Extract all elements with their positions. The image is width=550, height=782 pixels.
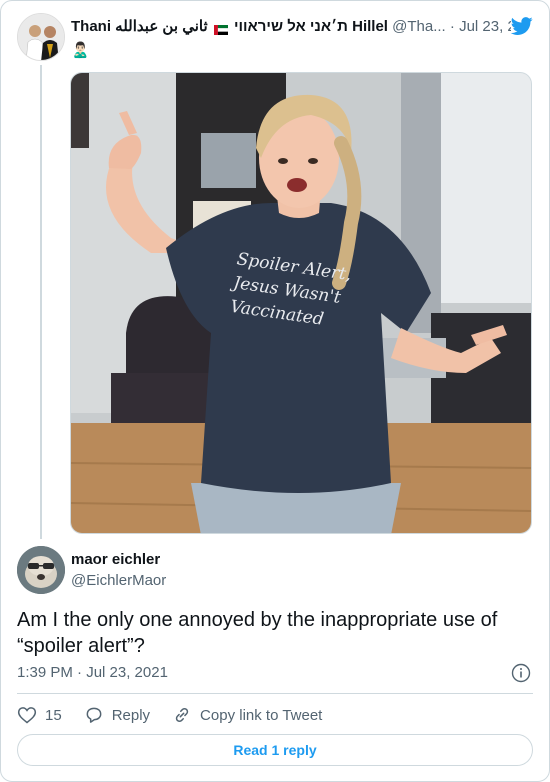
divider <box>17 693 533 694</box>
like-button[interactable]: 15 <box>17 705 62 725</box>
like-count: 15 <box>45 706 62 724</box>
quoted-author-avatar[interactable] <box>17 13 65 61</box>
copy-link-label: Copy link to Tweet <box>200 706 323 724</box>
reply-button[interactable]: Reply <box>84 705 150 725</box>
quoted-author-name[interactable]: Thani ת׳אני אל שיראווי <box>71 18 348 35</box>
thread-line <box>40 65 42 539</box>
quoted-tweet-header: Thani ת׳אני אל שיראווי ثاني بن عبدالله H… <box>71 17 511 35</box>
twitter-bird-icon[interactable] <box>511 15 533 37</box>
copy-link-button[interactable]: Copy link to Tweet <box>172 705 322 725</box>
author-header: maor eichler @EichlerMaor <box>71 551 166 589</box>
tweet-timestamp[interactable]: 1:39 PM · Jul 23, 2021 <box>17 664 168 681</box>
tweet-text: Am I the only one annoyed by the inappro… <box>17 609 498 657</box>
read-reply-button[interactable]: Read 1 reply <box>17 734 533 766</box>
author-name[interactable]: maor eichler <box>71 551 166 568</box>
reply-label: Reply <box>111 706 151 724</box>
reply-icon <box>86 707 102 723</box>
tweet-actions: 15 Reply Copy link to Tweet <box>17 704 344 726</box>
author-handle[interactable]: @EichlerMaor <box>71 572 166 589</box>
heart-icon <box>17 707 37 724</box>
quoted-author-emoji: 🙎🏻‍♂️ <box>71 42 90 59</box>
info-icon[interactable] <box>511 663 531 683</box>
tweet-card: Thani ת׳אני אל שיראווי ثاني بن عبدالله H… <box>0 0 550 782</box>
quoted-author-handle[interactable]: @Tha... <box>392 18 446 35</box>
author-avatar[interactable] <box>17 546 65 594</box>
quoted-tweet-date[interactable]: Jul 23, 2021 <box>459 18 511 35</box>
link-icon <box>175 707 189 723</box>
uae-flag-icon <box>213 22 228 35</box>
header-separator: · <box>449 18 455 35</box>
